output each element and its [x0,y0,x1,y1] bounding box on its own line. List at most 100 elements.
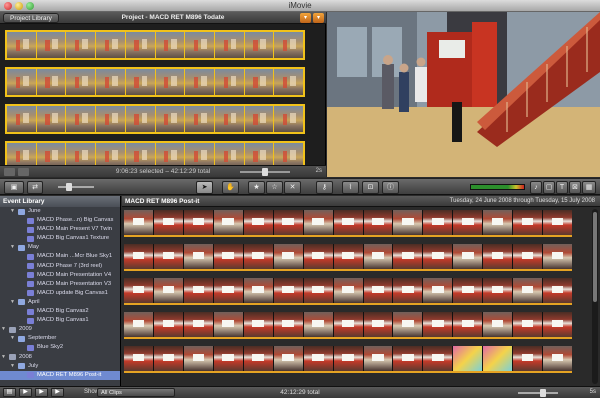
clip-thumbnail[interactable] [185,106,214,132]
clip-thumbnail[interactable] [243,244,273,269]
clip-thumbnail[interactable] [453,346,483,371]
clip-thumbnail[interactable] [36,106,66,132]
clip-thumbnail[interactable] [183,312,213,337]
clip-thumbnail[interactable] [393,278,423,303]
clip-thumbnail[interactable] [483,244,513,269]
clip-thumbnail[interactable] [513,346,543,371]
clip-thumbnail[interactable] [214,106,244,132]
clip-duration-knob[interactable] [540,389,546,397]
clip-thumbnail[interactable] [303,312,333,337]
clip-thumbnail[interactable] [96,106,125,132]
event-clip-strip[interactable] [124,312,573,339]
project-clip-strip[interactable] [5,30,305,60]
clip-thumbnail[interactable] [153,278,183,303]
event-clip-strip[interactable] [124,244,573,271]
clip-thumbnail[interactable] [543,346,573,371]
clip-thumbnail[interactable] [66,32,96,58]
transition-browser-icon[interactable]: ⊠ [569,181,581,194]
clip-thumbnail[interactable] [124,244,153,269]
project-menu-icon[interactable]: ▾ [313,13,324,23]
disclosure-triangle-icon[interactable]: ▼ [1,325,6,334]
clip-thumbnail[interactable] [363,210,393,235]
clip-thumbnail[interactable] [153,312,183,337]
project-clip-strip[interactable] [5,67,305,97]
clip-thumbnail[interactable] [244,106,274,132]
clip-thumbnail[interactable] [96,69,125,95]
clip-thumbnail[interactable] [273,210,303,235]
clip-thumbnail[interactable] [243,312,273,337]
clip-thumbnail[interactable] [423,210,453,235]
clip-thumbnail[interactable] [543,210,573,235]
info-icon[interactable]: ⓘ [382,181,399,194]
clip-thumbnail[interactable] [393,244,423,269]
clip-thumbnail[interactable] [7,32,36,58]
clip-thumbnail[interactable] [513,210,543,235]
year-group[interactable]: ▼ 2009 [0,325,120,334]
event-item[interactable]: MACD Phase...n) Big Canvas [0,216,120,225]
map-browser-icon[interactable]: ▦ [582,181,596,194]
clip-thumbnail[interactable] [273,278,303,303]
theme-icon[interactable]: ▾ [300,13,311,23]
month-group[interactable]: ▼ September [0,334,120,343]
project-library-button[interactable]: Project Library [3,13,59,23]
clip-thumbnail[interactable] [213,278,243,303]
clip-thumbnail[interactable] [273,346,303,371]
clip-thumbnail[interactable] [483,312,513,337]
clip-thumbnail[interactable] [483,346,513,371]
clip-thumbnail[interactable] [213,244,243,269]
clip-thumbnail[interactable] [393,312,423,337]
swap-events-projects-icon[interactable]: ⇄ [27,181,43,194]
clip-thumbnail[interactable] [393,346,423,371]
clip-thumbnail[interactable] [333,312,363,337]
title-browser-icon[interactable]: T [556,181,568,194]
clip-thumbnail[interactable] [36,69,66,95]
keyword-icon[interactable]: ⚷ [316,181,333,194]
event-clip-strip[interactable] [124,210,573,237]
clip-thumbnail[interactable] [363,346,393,371]
clip-thumbnail[interactable] [423,312,453,337]
clip-thumbnail[interactable] [513,278,543,303]
clip-thumbnail[interactable] [303,244,333,269]
disclosure-triangle-icon[interactable]: ▼ [10,334,15,343]
clip-duration-slider[interactable] [518,392,558,394]
clip-thumbnail[interactable] [274,69,304,95]
month-group[interactable]: ▼ May [0,243,120,252]
clip-thumbnail[interactable] [423,244,453,269]
clip-thumbnail[interactable] [363,244,393,269]
month-group[interactable]: ▼ June [0,207,120,216]
clip-thumbnail[interactable] [155,32,185,58]
clip-thumbnail[interactable] [483,210,513,235]
clip-thumbnail[interactable] [423,278,453,303]
music-browser-icon[interactable]: ♪ [530,181,542,194]
clip-thumbnail[interactable] [543,244,573,269]
event-item[interactable]: MACD RET M896 Post-it [0,370,120,380]
clip-thumbnail[interactable] [36,32,66,58]
clip-thumbnail[interactable] [155,69,185,95]
clip-thumbnail[interactable] [7,106,36,132]
clip-thumbnail[interactable] [333,244,363,269]
clip-thumbnail[interactable] [153,244,183,269]
event-browser-scroll-thumb[interactable] [593,212,597,302]
window-titlebar[interactable]: iMovie [0,0,600,12]
clip-thumbnail[interactable] [243,278,273,303]
clip-thumbnail[interactable] [183,210,213,235]
clip-thumbnail[interactable] [7,69,36,95]
event-item[interactable]: MACD Main Presentation V3 [0,280,120,289]
clip-thumbnail[interactable] [155,106,185,132]
clip-thumbnail[interactable] [543,312,573,337]
clip-thumbnail[interactable] [453,278,483,303]
clip-thumbnail[interactable] [273,312,303,337]
clip-thumbnail[interactable] [363,278,393,303]
event-item[interactable]: MACD Big Canvas1 Texture [0,234,120,243]
clip-thumbnail[interactable] [513,312,543,337]
clip-thumbnail[interactable] [273,244,303,269]
clip-thumbnail[interactable] [244,69,274,95]
reject-icon[interactable]: ✕ [284,181,301,194]
project-zoom-knob[interactable] [262,168,268,176]
clip-thumbnail[interactable] [333,346,363,371]
clip-thumbnail[interactable] [303,278,333,303]
clip-thumbnail[interactable] [183,278,213,303]
clip-thumbnail[interactable] [333,278,363,303]
disclosure-triangle-icon[interactable]: ▼ [10,362,15,371]
clip-thumbnail[interactable] [214,32,244,58]
